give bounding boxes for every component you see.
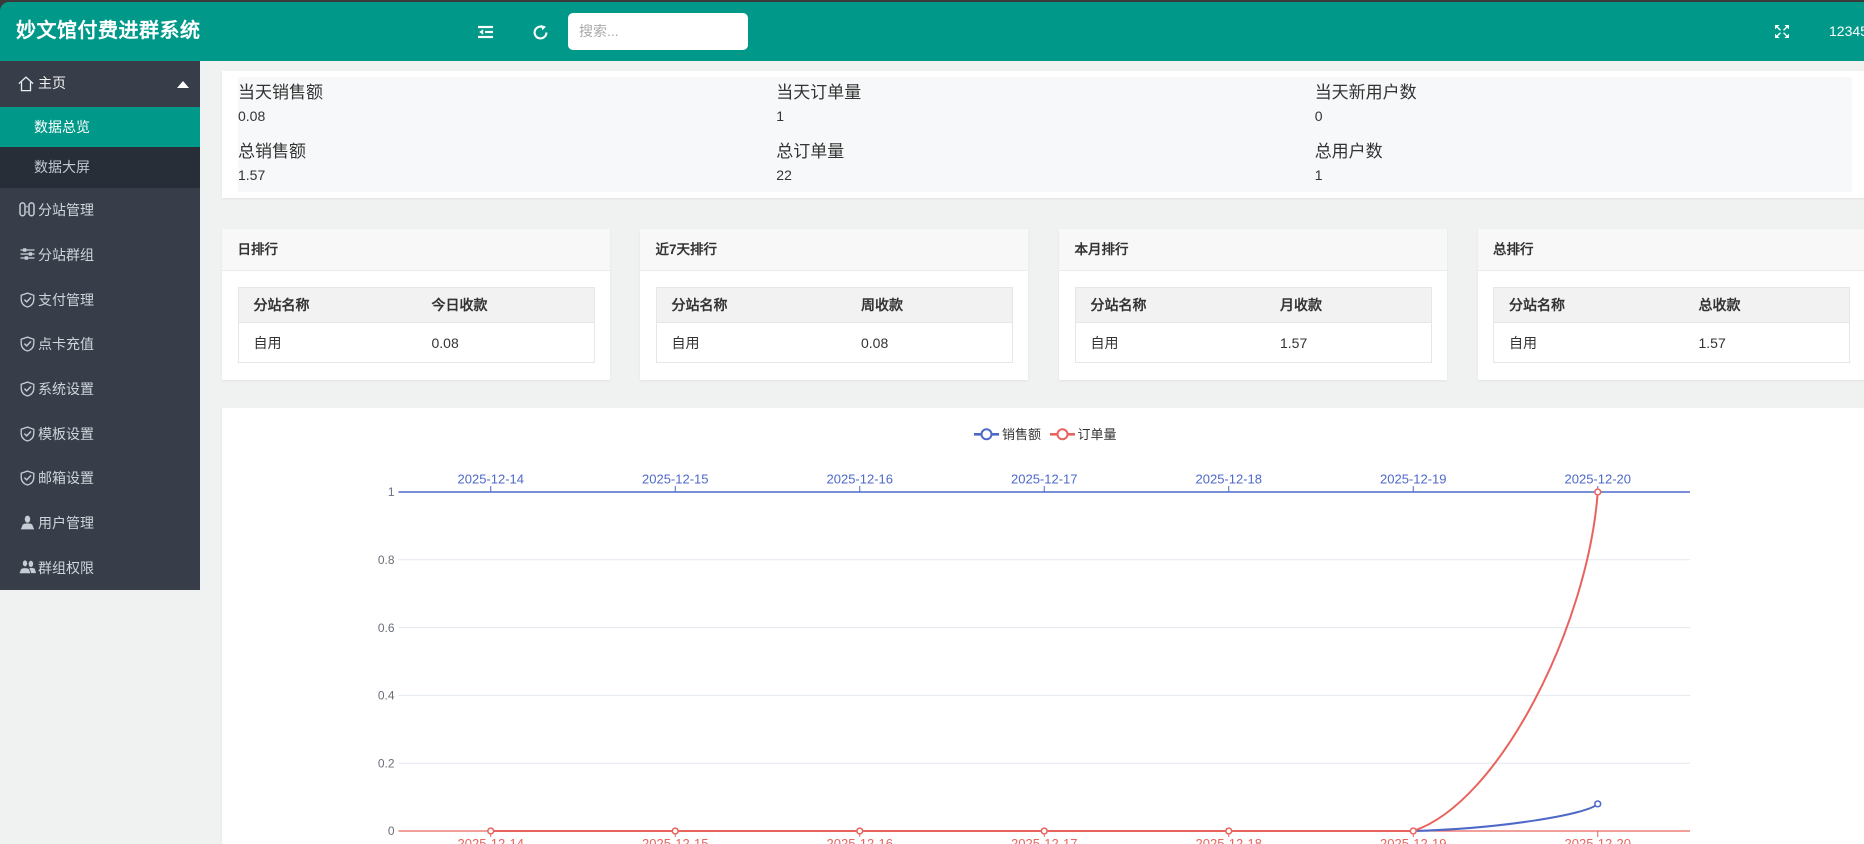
svg-text:订单量: 订单量 [1078, 427, 1117, 442]
svg-text:0.8: 0.8 [378, 553, 395, 567]
svg-text:1: 1 [388, 485, 395, 499]
svg-text:2025-12-19: 2025-12-19 [1380, 472, 1447, 487]
svg-text:2025-12-15: 2025-12-15 [642, 472, 709, 487]
svg-text:2025-12-16: 2025-12-16 [827, 836, 894, 844]
svg-text:销售额: 销售额 [1002, 427, 1041, 442]
svg-text:2025-12-20: 2025-12-20 [1565, 836, 1632, 844]
svg-text:2025-12-17: 2025-12-17 [1011, 472, 1078, 487]
svg-text:2025-12-14: 2025-12-14 [458, 472, 525, 487]
svg-text:0.6: 0.6 [378, 621, 395, 635]
svg-text:2025-12-15: 2025-12-15 [642, 836, 709, 844]
svg-text:2025-12-16: 2025-12-16 [827, 472, 894, 487]
svg-text:0: 0 [388, 824, 395, 838]
svg-text:2025-12-18: 2025-12-18 [1196, 836, 1263, 844]
svg-text:2025-12-19: 2025-12-19 [1380, 836, 1447, 844]
svg-text:2025-12-20: 2025-12-20 [1565, 472, 1632, 487]
svg-text:0.2: 0.2 [378, 756, 395, 770]
svg-text:2025-12-18: 2025-12-18 [1196, 472, 1263, 487]
svg-text:2025-12-17: 2025-12-17 [1011, 836, 1078, 844]
svg-text:2025-12-14: 2025-12-14 [458, 836, 525, 844]
svg-text:0.4: 0.4 [378, 689, 395, 703]
